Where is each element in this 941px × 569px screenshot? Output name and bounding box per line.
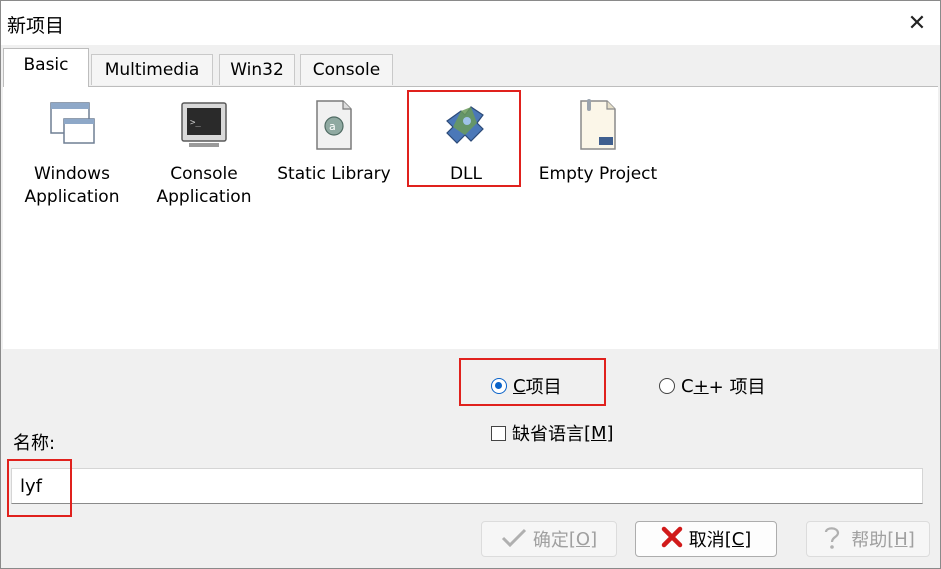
- checkmark-icon: [501, 527, 527, 552]
- template-windows-application[interactable]: Windows Application: [12, 97, 132, 209]
- cancel-button[interactable]: 取消 [C]: [635, 521, 777, 557]
- svg-text:>_: >_: [190, 118, 201, 128]
- empty-project-icon: [573, 97, 623, 155]
- radio-cpp-project[interactable]: C + + 项目: [659, 373, 765, 399]
- question-mark-icon: [821, 524, 843, 555]
- tab-basic[interactable]: Basic: [3, 48, 89, 87]
- project-name-input[interactable]: [11, 468, 923, 504]
- default-language-checkbox[interactable]: [491, 425, 506, 441]
- svg-text:a: a: [329, 120, 336, 133]
- template-panel: Windows Application >_ Console Applicati…: [3, 86, 938, 349]
- new-project-dialog: 新项目 ✕ Basic Multimedia Win32 Console Win…: [0, 0, 941, 569]
- close-button[interactable]: ✕: [894, 1, 940, 45]
- template-empty-project[interactable]: Empty Project: [538, 97, 658, 186]
- template-console-application[interactable]: >_ Console Application: [144, 97, 264, 209]
- name-input-highlight: [7, 459, 72, 517]
- window-title: 新项目: [7, 15, 65, 37]
- tab-console[interactable]: Console: [300, 54, 393, 85]
- console-app-icon: >_: [179, 97, 229, 155]
- close-icon: ✕: [907, 10, 927, 36]
- window-app-icon: [47, 97, 97, 155]
- radio-button-cpp[interactable]: [659, 378, 675, 394]
- dll-selection-highlight: [407, 90, 521, 187]
- c-project-highlight: [459, 358, 606, 406]
- static-library-icon: a: [309, 97, 359, 155]
- help-button[interactable]: 帮助 [H]: [806, 521, 930, 557]
- tab-multimedia[interactable]: Multimedia: [91, 54, 213, 85]
- red-x-icon: [661, 526, 683, 553]
- default-language-checkbox-row[interactable]: 缺省语言 [M]: [491, 420, 614, 446]
- template-static-library[interactable]: a Static Library: [274, 97, 394, 186]
- tab-win32[interactable]: Win32: [219, 54, 295, 85]
- name-label: 名称:: [13, 433, 56, 454]
- ok-button[interactable]: 确定 [O]: [481, 521, 617, 557]
- title-bar: 新项目 ✕: [1, 1, 940, 45]
